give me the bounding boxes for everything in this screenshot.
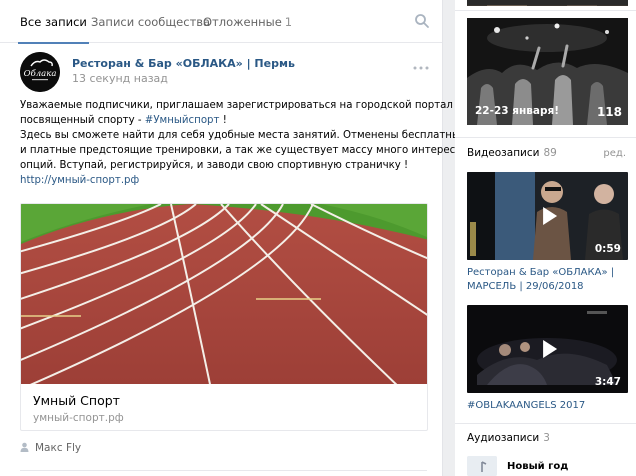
- video-thumb[interactable]: 3:47: [467, 305, 628, 393]
- video-duration: 0:59: [594, 243, 621, 255]
- photo-thumb-partial[interactable]: [467, 0, 628, 6]
- section-count: 3: [543, 432, 550, 444]
- video-duration: 3:47: [594, 376, 621, 388]
- wall-feed: Все записи Записи сообщества Отложенные 1…: [0, 0, 476, 476]
- photo-album-card[interactable]: 22-23 января! 118: [467, 18, 628, 125]
- right-sidebar: 22-23 января! 118 Видеозаписи 89 ред. 0:5…: [455, 0, 636, 476]
- hashtag-link[interactable]: #Умныйспорт: [145, 115, 220, 126]
- section-title: Аудиозаписи: [467, 432, 540, 444]
- video-title-line: МАРСЕЛЬ | 29/06/2018: [467, 281, 584, 292]
- tab-count: 1: [284, 15, 293, 29]
- tab-community-posts[interactable]: Записи сообщества: [91, 0, 210, 43]
- divider: [455, 10, 636, 11]
- post-text: Уважаемые подписчики, приглашаем зарегис…: [20, 98, 476, 188]
- snippet-domain: умный-спорт.рф: [33, 412, 124, 424]
- search-icon[interactable]: [414, 13, 430, 29]
- avatar-logo-text: Облака: [24, 68, 57, 79]
- play-icon: [542, 207, 557, 225]
- video-thumb[interactable]: 0:59: [467, 172, 628, 260]
- snippet-title[interactable]: Умный Спорт: [33, 393, 120, 408]
- user-icon: [20, 442, 29, 452]
- video-title-link[interactable]: #OBLAKAANGELS 2017: [467, 399, 632, 413]
- post-text-line: Здесь вы сможете найти для себя удобные …: [20, 130, 467, 141]
- signer-name: Макс Fly: [35, 442, 82, 454]
- audio-section-header[interactable]: Аудиозаписи 3: [467, 432, 550, 444]
- music-note-icon[interactable]: [467, 456, 497, 476]
- tab-label: Все записи: [20, 15, 87, 29]
- videos-section-header[interactable]: Видеозаписи 89: [467, 147, 557, 159]
- tab-label: Отложенные: [203, 15, 282, 29]
- post-divider: [20, 470, 427, 471]
- post-text-line: http://умный-спорт.рф: [20, 173, 432, 188]
- video-title-line: #OBLAKAANGELS 2017: [467, 400, 586, 411]
- wall-tabs: Все записи Записи сообщества Отложенные 1: [0, 0, 442, 44]
- post-text-line: Уважаемые подписчики, приглашаем зарегис…: [20, 100, 453, 111]
- divider: [455, 137, 636, 138]
- video-title-link[interactable]: Ресторан & Бар «ОБЛАКА» | МАРСЕЛЬ | 29/0…: [467, 266, 632, 294]
- post-text-line: и платные предстоящие тренировки, а так …: [20, 145, 476, 156]
- video-title-line: Ресторан & Бар «ОБЛАКА» |: [467, 267, 615, 278]
- external-link[interactable]: http://умный-спорт.рф: [20, 175, 139, 186]
- tab-label: Записи сообщества: [91, 15, 211, 29]
- photo-album-count: 118: [596, 105, 622, 119]
- post-more-icon[interactable]: [413, 64, 429, 70]
- running-track-image: [21, 204, 427, 384]
- community-avatar[interactable]: Облака: [20, 52, 60, 92]
- audio-track-title[interactable]: Новый год: [507, 461, 568, 472]
- tab-all-posts[interactable]: Все записи: [18, 0, 89, 44]
- post-signer[interactable]: Макс Fly: [20, 442, 81, 454]
- play-icon: [542, 340, 557, 358]
- post-text-line: посвященный спорту - #Умныйспорт !: [20, 115, 227, 126]
- post-author-link[interactable]: Ресторан & Бар «ОБЛАКА» | Пермь: [72, 57, 295, 70]
- section-title: Видеозаписи: [467, 147, 540, 159]
- post-timestamp[interactable]: 13 секунд назад: [72, 72, 168, 85]
- section-count: 89: [543, 147, 557, 159]
- link-snippet[interactable]: Умный Спорт умный-спорт.рф: [20, 203, 428, 431]
- post-text-line: опций. Вступай, регистрируйся, и заводи …: [20, 160, 409, 171]
- divider: [455, 423, 636, 424]
- photo-album-caption: 22-23 января!: [475, 105, 560, 117]
- edit-videos-link[interactable]: ред.: [603, 148, 626, 159]
- tab-postponed[interactable]: Отложенные 1: [203, 0, 292, 43]
